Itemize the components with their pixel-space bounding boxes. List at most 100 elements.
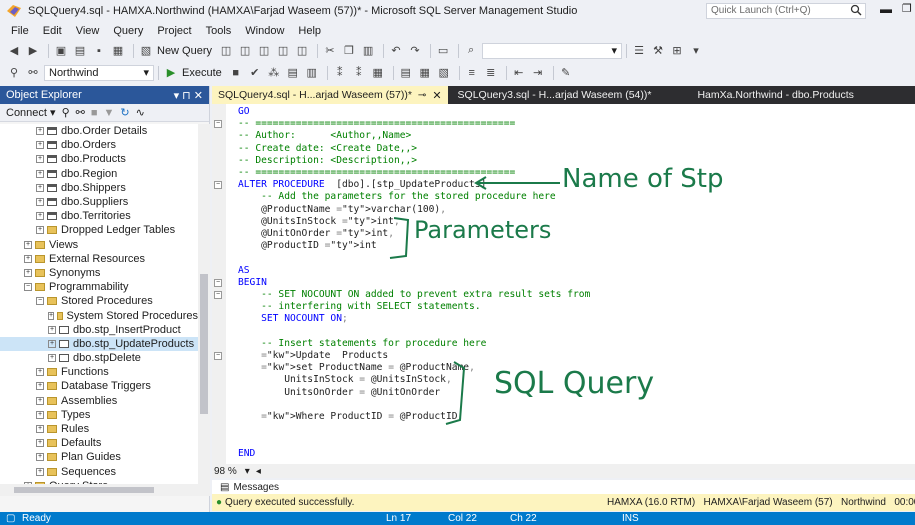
tree-item[interactable]: + Sequences bbox=[0, 465, 198, 479]
intellisense-icon[interactable]: ▥ bbox=[304, 65, 320, 81]
expand-icon[interactable]: + bbox=[36, 155, 44, 164]
tab-products-design[interactable]: HamXa.Northwind - dbo.Products bbox=[691, 86, 859, 104]
results-grid-icon[interactable]: ▦ bbox=[417, 65, 433, 81]
connect-icon[interactable]: ⚲ bbox=[6, 65, 22, 81]
comment-icon[interactable]: ≡ bbox=[464, 65, 480, 81]
minimize-icon[interactable]: ▬ bbox=[880, 2, 892, 16]
stop-icon[interactable]: ■ bbox=[228, 65, 244, 81]
zoom-level[interactable]: 98 % bbox=[214, 466, 237, 477]
tree-item[interactable]: + Rules bbox=[0, 422, 198, 436]
parse-icon[interactable]: ✔ bbox=[247, 65, 263, 81]
menu-edit[interactable]: Edit bbox=[36, 25, 69, 37]
execute-button[interactable]: Execute bbox=[182, 67, 222, 79]
tree-item[interactable]: − Stored Procedures bbox=[0, 294, 198, 308]
query-options-icon[interactable]: ▤ bbox=[285, 65, 301, 81]
tree-item[interactable]: − Programmability bbox=[0, 280, 198, 294]
vertical-scrollbar[interactable] bbox=[198, 124, 210, 484]
disconnect-icon[interactable]: ⚯ bbox=[76, 106, 85, 119]
tree-item[interactable]: + Synonyms bbox=[0, 266, 198, 280]
menu-file[interactable]: File bbox=[4, 25, 36, 37]
expand-icon[interactable]: + bbox=[48, 311, 55, 320]
results-text-icon[interactable]: ▤ bbox=[398, 65, 414, 81]
tree-item[interactable]: + dbo.stpDelete bbox=[0, 351, 198, 365]
change-connection-icon[interactable]: ⚯ bbox=[25, 65, 41, 81]
menu-view[interactable]: View bbox=[69, 25, 107, 37]
search-icon[interactable] bbox=[850, 4, 862, 16]
increase-indent-icon[interactable]: ⇥ bbox=[530, 65, 546, 81]
connect-icon[interactable]: ⚲ bbox=[62, 106, 70, 119]
tree-item[interactable]: + dbo.Products bbox=[0, 152, 198, 166]
close-icon[interactable]: ✕ bbox=[432, 89, 441, 102]
tree-item[interactable]: + dbo.Order Details bbox=[0, 124, 198, 138]
properties-icon[interactable]: ☰ bbox=[631, 43, 647, 59]
collapse-region-icon[interactable]: − bbox=[214, 120, 222, 129]
tree-item[interactable]: + Plan Guides bbox=[0, 450, 198, 464]
expand-icon[interactable]: + bbox=[24, 240, 32, 249]
mdx-query-icon[interactable]: ◫ bbox=[237, 43, 253, 59]
available-databases-select[interactable]: Northwind ▾ bbox=[44, 64, 154, 81]
expand-icon[interactable]: + bbox=[36, 396, 44, 405]
activity-monitor-icon[interactable]: ∿ bbox=[136, 106, 145, 119]
save-all-icon[interactable]: ▦ bbox=[110, 43, 126, 59]
expand-icon[interactable]: + bbox=[24, 254, 32, 263]
menu-query[interactable]: Query bbox=[106, 25, 150, 37]
database-engine-query-icon[interactable]: ◫ bbox=[218, 43, 234, 59]
pin-icon[interactable]: ⊸ bbox=[418, 90, 426, 101]
decrease-indent-icon[interactable]: ⇤ bbox=[511, 65, 527, 81]
customize-icon[interactable]: ▾ bbox=[688, 43, 704, 59]
horizontal-scrollbar[interactable] bbox=[0, 484, 210, 496]
collapse-icon[interactable]: − bbox=[36, 297, 44, 306]
back-icon[interactable]: ◀ bbox=[6, 43, 22, 59]
execute-icon[interactable]: ▶ bbox=[163, 65, 179, 81]
expand-icon[interactable]: + bbox=[48, 325, 56, 334]
xmla-query-icon[interactable]: ◫ bbox=[275, 43, 291, 59]
object-explorer-icon[interactable]: ⊞ bbox=[669, 43, 685, 59]
undo-icon[interactable]: ↶ bbox=[388, 43, 404, 59]
menu-project[interactable]: Project bbox=[150, 25, 198, 37]
tree-item[interactable]: + dbo.Territories bbox=[0, 209, 198, 223]
stop-icon[interactable]: ■ bbox=[91, 107, 98, 119]
actual-plan-icon[interactable]: ⁑ bbox=[332, 65, 348, 81]
new-query-button[interactable]: New Query bbox=[157, 45, 212, 57]
expand-icon[interactable]: + bbox=[24, 268, 32, 277]
tree-item[interactable]: + dbo.stp_UpdateProducts bbox=[0, 336, 198, 351]
uncomment-icon[interactable]: ≣ bbox=[483, 65, 499, 81]
tree-item[interactable]: + Functions bbox=[0, 365, 198, 379]
menu-window[interactable]: Window bbox=[238, 25, 291, 37]
filter-icon[interactable]: ▼ bbox=[104, 107, 115, 119]
tree-item[interactable]: + dbo.Shippers bbox=[0, 181, 198, 195]
collapse-icon[interactable]: − bbox=[24, 283, 32, 292]
redo-icon[interactable]: ↷ bbox=[407, 43, 423, 59]
expand-icon[interactable]: + bbox=[36, 183, 44, 192]
tree-item[interactable]: + Assemblies bbox=[0, 394, 198, 408]
tree-item[interactable]: + dbo.stp_InsertProduct bbox=[0, 323, 198, 337]
restore-icon[interactable]: ❐ bbox=[902, 2, 912, 15]
estimated-plan-icon[interactable]: ⁂ bbox=[266, 65, 282, 81]
dmx-query-icon[interactable]: ◫ bbox=[256, 43, 272, 59]
tree-item[interactable]: + System Stored Procedures bbox=[0, 308, 198, 322]
collapse-region-icon[interactable]: − bbox=[214, 278, 222, 287]
collapse-region-icon[interactable]: − bbox=[214, 181, 222, 190]
save-icon[interactable]: ▪ bbox=[91, 43, 107, 59]
expand-icon[interactable]: + bbox=[36, 169, 44, 178]
client-stats-icon[interactable]: ▦ bbox=[370, 65, 386, 81]
tree-item[interactable]: + Database Triggers bbox=[0, 379, 198, 393]
results-file-icon[interactable]: ▧ bbox=[436, 65, 452, 81]
expand-icon[interactable]: + bbox=[36, 382, 44, 391]
menu-help[interactable]: Help bbox=[291, 25, 328, 37]
open-file-icon[interactable]: ▤ bbox=[72, 43, 88, 59]
expand-icon[interactable]: + bbox=[48, 339, 56, 348]
tree-item[interactable]: + Views bbox=[0, 238, 198, 252]
tab-sqlquery3[interactable]: SQLQuery3.sql - H...arjad Waseem (54))* bbox=[452, 86, 658, 104]
tab-sqlquery4[interactable]: SQLQuery4.sql - H...arjad Waseem (57))* … bbox=[212, 86, 448, 104]
expand-icon[interactable]: + bbox=[36, 368, 44, 377]
scroll-left-icon[interactable]: ◂ bbox=[256, 466, 261, 477]
menu-tools[interactable]: Tools bbox=[199, 25, 239, 37]
connect-dropdown[interactable]: Connect ▾ bbox=[6, 106, 56, 119]
tree-item[interactable]: + dbo.Region bbox=[0, 167, 198, 181]
tree-item[interactable]: + Dropped Ledger Tables bbox=[0, 223, 198, 237]
expand-icon[interactable]: + bbox=[48, 354, 56, 363]
expand-icon[interactable]: + bbox=[36, 212, 44, 221]
panel-controls[interactable]: ▾ ⊓ ✕ bbox=[174, 89, 203, 102]
tree-item[interactable]: + Types bbox=[0, 408, 198, 422]
